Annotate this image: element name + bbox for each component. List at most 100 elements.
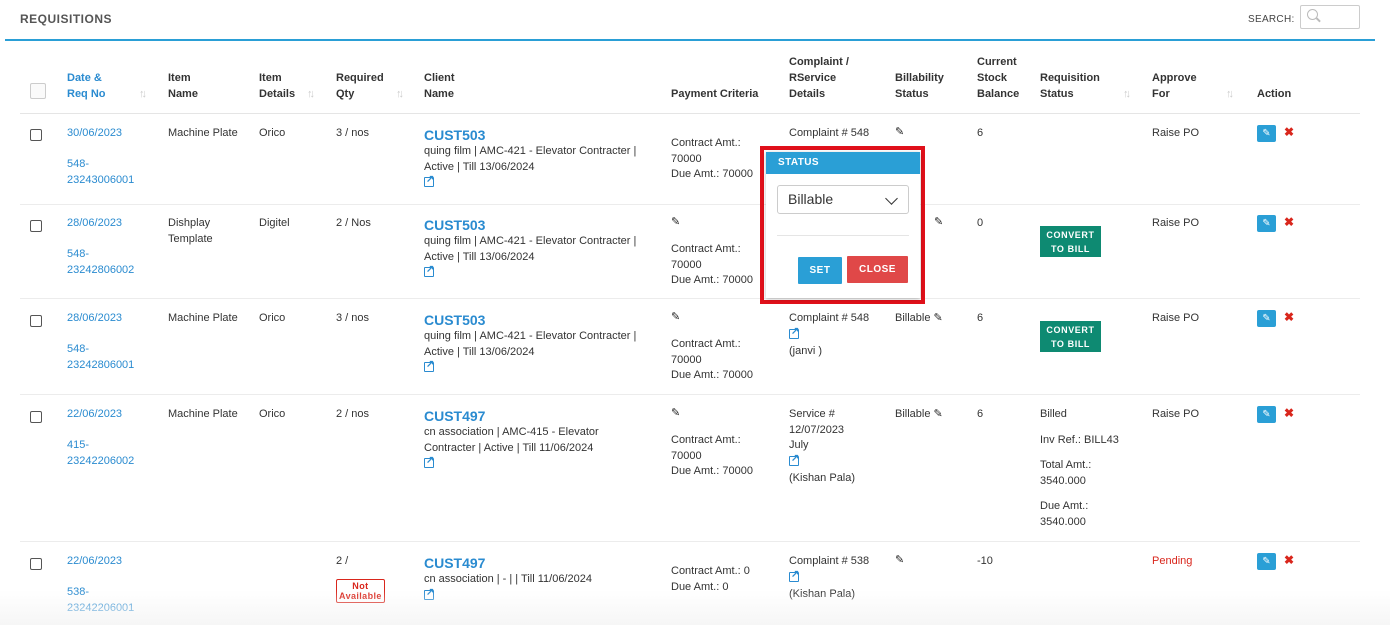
col-complaint[interactable]: Complaint / RService Details [789,54,849,102]
pencil-icon: ✎ [1262,218,1271,229]
pencil-icon: ✎ [1262,313,1271,324]
row-date[interactable]: 28/06/2023 [67,311,122,327]
edit-button[interactable]: ✎ [1257,553,1276,570]
row-item-name: Machine Plate [168,312,238,324]
col-client-name[interactable]: Client Name [424,70,455,102]
sort-icon[interactable]: ↑↓ [307,88,315,100]
col-approve-for[interactable]: Approve For [1152,70,1197,102]
row-checkbox[interactable] [30,220,42,232]
row-date[interactable]: 28/06/2023 [67,216,122,232]
external-link-icon[interactable] [789,567,799,582]
external-link-icon[interactable] [789,451,799,466]
row-billability: Billable ✎ [895,311,943,327]
delete-icon[interactable]: ✖ [1284,310,1294,324]
search-input[interactable] [1300,5,1360,29]
row-req-no[interactable]: 548- 23242806002 [67,247,134,278]
external-link-icon[interactable] [424,172,434,188]
edit-button[interactable]: ✎ [1257,215,1276,232]
row-stock: 0 [977,217,984,229]
row-item-name: Machine Plate [168,408,238,420]
pencil-icon[interactable]: ✎ [895,553,904,569]
sort-icon[interactable]: ↑↓ [396,88,404,100]
sort-icon[interactable]: ↑↓ [139,88,147,100]
external-link-icon[interactable] [424,262,434,278]
row-req-no[interactable]: 548- 23243006001 [67,157,134,188]
pencil-icon[interactable]: ✎ [934,407,943,423]
row-item-details: Orico [259,408,286,420]
client-code-link[interactable]: CUST497 [424,554,592,572]
col-stock[interactable]: Current Stock Balance [977,54,1019,102]
row-payment: Contract Amt.: 70000 Due Amt.: 70000 [671,243,753,286]
col-item-details[interactable]: Item Details [259,70,295,102]
pencil-icon[interactable]: ✎ [671,406,680,422]
pencil-icon[interactable]: ✎ [671,215,680,231]
convert-to-bill-button[interactable]: CONVERT TO BILL [1040,321,1101,352]
row-complaint: Service #12/07/2023July (Kishan Pala) [789,407,855,487]
col-requisition-status[interactable]: Requisition Status [1040,70,1100,102]
table-row: 28/06/2023 548- 23242806002 Dishplay Templ… [20,205,1360,299]
row-checkbox[interactable] [30,558,42,570]
external-link-icon[interactable] [424,357,434,373]
pencil-icon: ✎ [1262,128,1271,139]
delete-icon[interactable]: ✖ [1284,125,1294,139]
client-code-link[interactable]: CUST497 [424,407,599,425]
col-item-name[interactable]: Item Name [168,70,198,102]
row-qty: 3 / nos [336,127,370,139]
status-select-value: Billable [788,191,834,207]
external-link-icon[interactable] [424,453,434,469]
select-all-checkbox[interactable] [30,83,46,99]
edit-button[interactable]: ✎ [1257,310,1276,327]
client-code-link[interactable]: CUST503 [424,126,636,144]
row-payment: Contract Amt.: 70000 Due Amt.: 70000 [671,434,753,477]
page-title: REQUISITIONS [20,12,113,26]
row-req-no[interactable]: 538- 23242206001 [67,585,134,616]
pencil-icon[interactable]: ✎ [934,215,943,231]
row-checkbox[interactable] [30,129,42,141]
table-row: 30/06/2023 548- 23243006001 Machine Plate… [20,115,1360,205]
row-date[interactable]: 22/06/2023 [67,407,122,423]
row-complaint: Complaint # 548 (janvi ) [789,311,869,360]
client-code-link[interactable]: CUST503 [424,311,636,329]
row-qty: 2 / [336,555,349,567]
close-button[interactable]: CLOSE [847,256,908,283]
sort-icon[interactable]: ↑↓ [1226,88,1234,100]
search-label: SEARCH: [1248,14,1295,25]
convert-to-bill-button[interactable]: CONVERT TO BILL [1040,226,1101,257]
edit-button[interactable]: ✎ [1257,125,1276,142]
col-payment-criteria[interactable]: Payment Criteria [671,86,758,102]
row-date[interactable]: 30/06/2023 [67,126,122,142]
row-item-details: Orico [259,312,286,324]
row-req-status: Billed Inv Ref.: BILL43 Total Amt.: 3540… [1040,408,1119,528]
pencil-icon[interactable]: ✎ [671,310,680,326]
delete-icon[interactable]: ✖ [1284,406,1294,420]
row-complaint: Complaint # 548 [789,127,870,139]
client-code-link[interactable]: CUST503 [424,216,636,234]
row-checkbox[interactable] [30,315,42,327]
delete-icon[interactable]: ✖ [1284,215,1294,229]
row-stock: -10 [977,555,993,567]
external-link-icon[interactable] [424,585,434,600]
pencil-icon[interactable]: ✎ [895,125,904,141]
delete-icon[interactable]: ✖ [1284,553,1294,567]
col-required-qty[interactable]: Required Qty [336,70,384,102]
row-date[interactable]: 22/06/2023 [67,554,122,570]
edit-button[interactable]: ✎ [1257,406,1276,423]
col-billability[interactable]: Billability Status [895,70,944,102]
table-row: 28/06/2023 548- 23242806001 Machine Plate… [20,299,1360,395]
row-req-no[interactable]: 548- 23242806001 [67,342,134,373]
row-req-no[interactable]: 415- 23242206002 [67,438,134,469]
col-action: Action [1257,88,1292,100]
external-link-icon[interactable] [789,324,799,339]
row-client: CUST503 quing film | AMC-421 - Elevator … [424,126,636,193]
col-date-req[interactable]: Date & Req No [67,70,106,102]
row-approve: Pending [1152,555,1193,567]
sort-icon[interactable]: ↑↓ [1123,88,1131,100]
row-checkbox[interactable] [30,411,42,423]
table-row: 22/06/2023 415- 23242206002 Machine Plate… [20,395,1360,542]
pencil-icon: ✎ [1262,556,1271,567]
pencil-icon[interactable]: ✎ [934,311,943,327]
row-stock: 6 [977,408,984,420]
row-payment: Contract Amt.: 70000 Due Amt.: 70000 [671,137,753,180]
status-select[interactable]: Billable [777,185,909,214]
set-button[interactable]: SET [798,257,842,284]
